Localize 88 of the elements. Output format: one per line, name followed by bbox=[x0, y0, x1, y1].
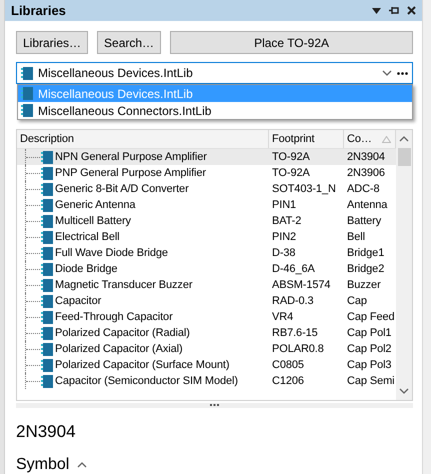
scroll-down-icon bbox=[399, 388, 409, 394]
footprint-text: C0805 bbox=[272, 359, 304, 371]
component-row[interactable]: NPN General Purpose Amplifier TO-92A 2N3904 bbox=[17, 149, 396, 165]
footprint-text: D-46_6A bbox=[272, 263, 315, 275]
comment-text: 2N3904 bbox=[347, 151, 385, 163]
close-icon[interactable] bbox=[407, 6, 416, 15]
library-option[interactable]: Miscellaneous Connectors.IntLib bbox=[18, 102, 412, 119]
toolbar-button[interactable]: Search… bbox=[97, 31, 162, 54]
comment-text: Antenna bbox=[347, 199, 388, 211]
description-text: Feed-Through Capacitor bbox=[55, 311, 173, 323]
component-icon bbox=[41, 150, 53, 164]
comment-text: Cap Pol1 bbox=[347, 327, 392, 339]
footprint-text: C1206 bbox=[272, 375, 304, 387]
component-icon bbox=[41, 198, 53, 212]
comment-text: Cap Feed bbox=[347, 311, 395, 323]
place-button[interactable]: Place TO-92A bbox=[170, 31, 413, 54]
footprint-text: SOT403-1_N bbox=[272, 183, 336, 195]
component-icon bbox=[41, 166, 53, 180]
description-text: Generic Antenna bbox=[55, 199, 136, 211]
component-icon bbox=[41, 358, 53, 372]
column-header[interactable]: Description bbox=[17, 130, 269, 148]
chevron-up-icon bbox=[77, 462, 88, 468]
section-title: Symbol bbox=[16, 456, 70, 474]
description-text: Full Wave Diode Bridge bbox=[55, 247, 168, 259]
component-icon bbox=[41, 310, 53, 324]
more-icon[interactable] bbox=[397, 72, 408, 74]
footprint-text: PIN2 bbox=[272, 231, 296, 243]
comment-text: Bell bbox=[347, 231, 365, 243]
scroll-up-icon bbox=[399, 136, 409, 142]
description-text: Capacitor bbox=[55, 295, 102, 307]
footprint-text: D-38 bbox=[272, 247, 296, 259]
panel-title: Libraries bbox=[11, 3, 67, 18]
component-icon bbox=[41, 326, 53, 340]
footprint-text: RB7.6-15 bbox=[272, 327, 318, 339]
scroll-thumb[interactable] bbox=[398, 148, 410, 166]
component-icon bbox=[21, 87, 33, 100]
comment-text: Cap Pol2 bbox=[347, 343, 392, 355]
comment-text: Battery bbox=[347, 215, 382, 227]
comment-text: ADC-8 bbox=[347, 183, 380, 195]
comment-text: Bridge2 bbox=[347, 263, 384, 275]
footprint-text: RAD-0.3 bbox=[272, 295, 314, 307]
column-header[interactable]: Footprint bbox=[269, 130, 344, 148]
footprint-text: BAT-2 bbox=[272, 215, 302, 227]
chevron-down-icon bbox=[382, 70, 392, 76]
component-icon bbox=[41, 182, 53, 196]
component-icon bbox=[41, 246, 53, 260]
library-select[interactable]: Miscellaneous Devices.IntLib bbox=[16, 62, 413, 84]
component-icon bbox=[41, 294, 53, 308]
comment-text: 2N3906 bbox=[347, 167, 385, 179]
select-value: Miscellaneous Devices.IntLib bbox=[38, 66, 194, 80]
description-text: Polarized Capacitor (Radial) bbox=[55, 327, 190, 339]
dropdown-icon[interactable] bbox=[372, 8, 381, 14]
component-icon bbox=[41, 342, 53, 356]
description-text: Capacitor (Semiconductor SIM Model) bbox=[55, 375, 238, 387]
component-icon bbox=[41, 278, 53, 292]
component-name: 2N3904 bbox=[16, 422, 77, 442]
footprint-text: POLAR0.8 bbox=[272, 343, 324, 355]
footprint-text: TO-92A bbox=[272, 167, 310, 179]
description-text: Polarized Capacitor (Surface Mount) bbox=[55, 359, 230, 371]
description-text: Diode Bridge bbox=[55, 263, 118, 275]
description-text: PNP General Purpose Amplifier bbox=[55, 167, 206, 179]
grip-icon bbox=[210, 404, 219, 407]
comment-text: Buzzer bbox=[347, 279, 381, 291]
component-icon bbox=[41, 262, 53, 276]
comment-text: Bridge1 bbox=[347, 247, 384, 259]
component-icon bbox=[21, 104, 33, 117]
description-text: Polarized Capacitor (Axial) bbox=[55, 343, 183, 355]
pin-icon[interactable] bbox=[389, 6, 399, 15]
comment-text: Cap Semi bbox=[347, 375, 394, 387]
footprint-text: TO-92A bbox=[272, 151, 310, 163]
footprint-text: VR4 bbox=[272, 311, 294, 323]
component-icon bbox=[21, 66, 33, 80]
description-text: Magnetic Transducer Buzzer bbox=[55, 279, 192, 291]
footprint-text: PIN1 bbox=[272, 199, 296, 211]
section-header[interactable]: Symbol bbox=[16, 456, 413, 474]
sort-icon bbox=[382, 136, 391, 142]
toolbar-button[interactable]: Libraries… bbox=[16, 31, 88, 54]
description-text: Electrical Bell bbox=[55, 231, 120, 243]
component-icon bbox=[41, 214, 53, 228]
description-text: NPN General Purpose Amplifier bbox=[55, 151, 207, 163]
footprint-text: ABSM-1574 bbox=[272, 279, 330, 291]
description-text: Multicell Battery bbox=[55, 215, 131, 227]
component-icon bbox=[41, 374, 53, 388]
comment-text: Cap Pol3 bbox=[347, 359, 392, 371]
component-icon bbox=[41, 230, 53, 244]
description-text: Generic 8-Bit A/D Converter bbox=[55, 183, 189, 195]
scrollbar[interactable] bbox=[396, 130, 412, 400]
comment-text: Cap bbox=[347, 295, 367, 307]
